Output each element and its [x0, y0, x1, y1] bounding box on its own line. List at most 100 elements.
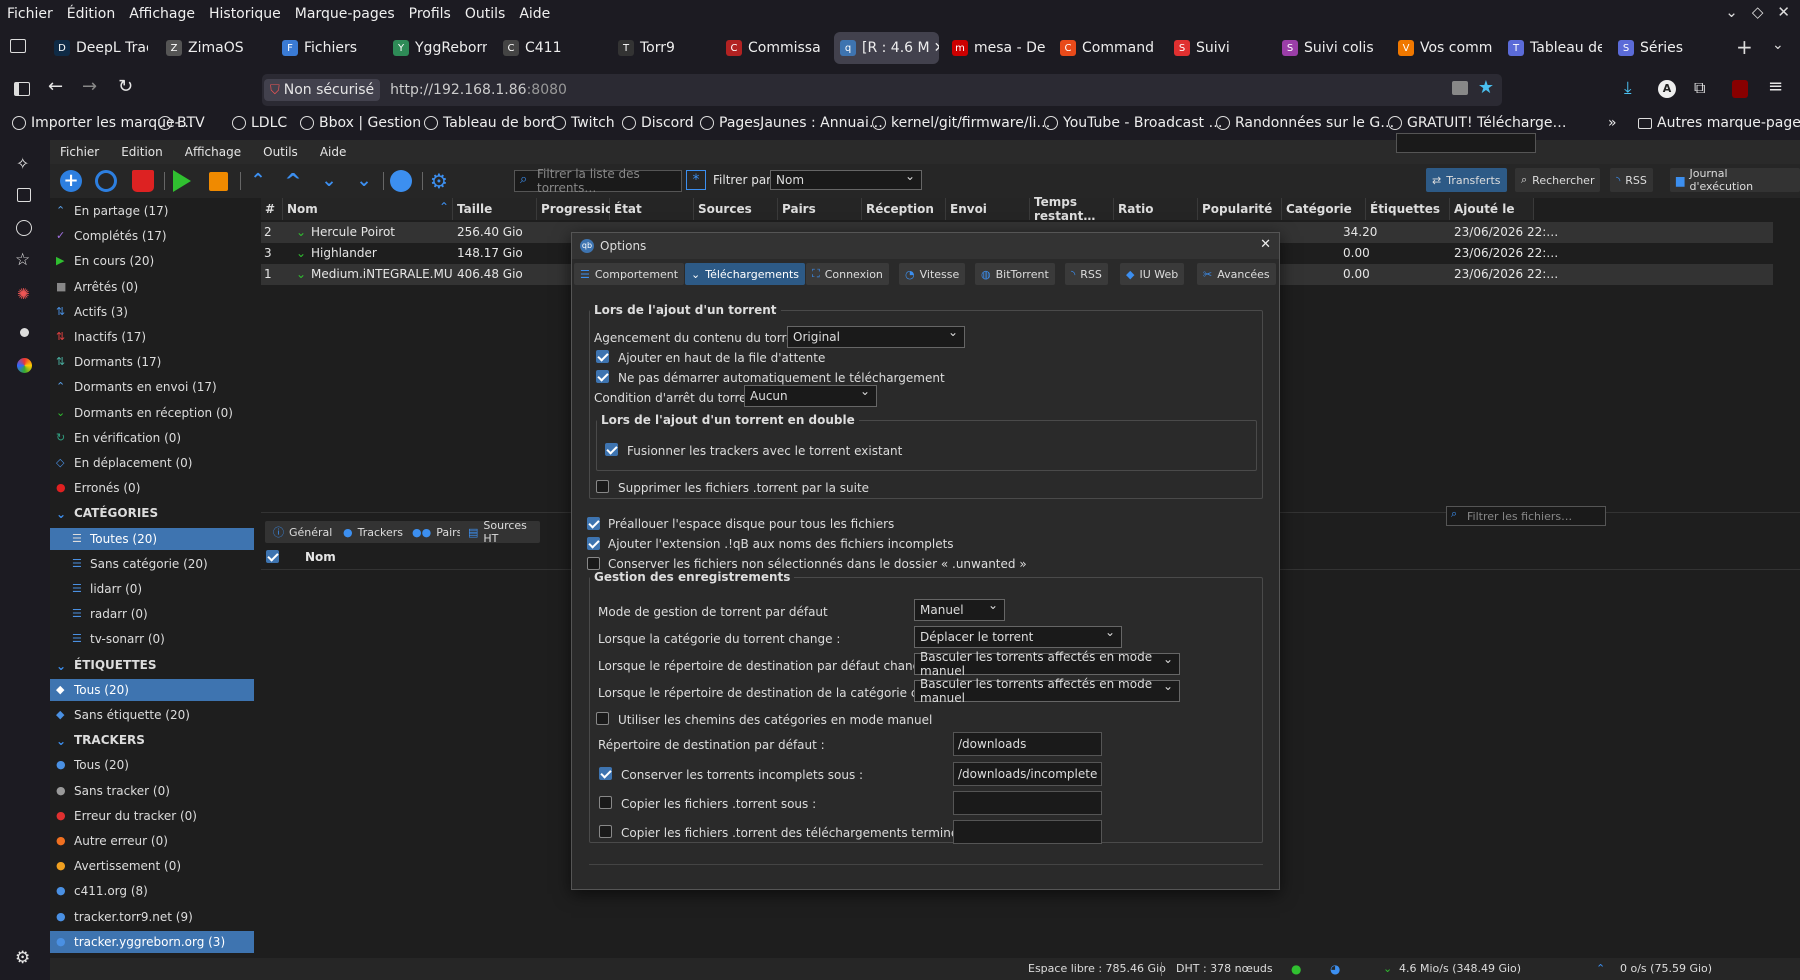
reload-icon[interactable]: ↻ [118, 76, 133, 97]
menu-edition[interactable]: Édition [67, 6, 115, 22]
keep-incomplete-input[interactable]: /downloads/incomplete [953, 762, 1102, 786]
dtab-telechargements[interactable]: ⌄ Téléchargements [685, 263, 805, 285]
app-menu-affichage[interactable]: Affichage [185, 145, 241, 159]
settings-gear-icon[interactable]: ⚙ [15, 948, 30, 968]
url-bar[interactable]: ⛉ Non sécurisé http://192.168.1.86:8080 … [262, 74, 1502, 106]
sidebar-filter-item[interactable]: ⌃ Dormants en envoi (17) [50, 376, 254, 398]
column-header[interactable]: État [610, 198, 694, 220]
keep-incomplete-checkbox[interactable] [599, 767, 612, 780]
regex-icon[interactable]: * [686, 170, 706, 190]
alt-speed-icon[interactable]: ◕ [1330, 962, 1340, 976]
menu-fichier[interactable]: Fichier [7, 6, 53, 22]
restore-icon[interactable]: ◇ [1752, 3, 1764, 21]
column-header[interactable]: Catégorie [1282, 198, 1366, 220]
close-icon[interactable]: ✕ [1260, 237, 1271, 252]
dtab-vitesse[interactable]: ◔ Vitesse [899, 263, 966, 285]
bookmark-item[interactable]: BTV [158, 115, 205, 131]
sidebar-filter-item[interactable]: ◆ Sans étiquette (20) [50, 704, 254, 726]
minimize-icon[interactable]: ⌄ [1725, 3, 1738, 21]
new-tab-icon[interactable]: + [1736, 35, 1753, 59]
downloads-icon[interactable]: ⤓ [1624, 78, 1632, 98]
browser-tab[interactable]: C Commissai [720, 32, 820, 64]
column-header[interactable]: # [261, 198, 283, 220]
menu-historique[interactable]: Historique [209, 6, 281, 22]
bookmark-star-icon[interactable]: ★ [1478, 77, 1494, 98]
column-header[interactable]: Sources [694, 198, 778, 220]
files-filter-box[interactable]: ⌕ Filtrer les fichiers… [1446, 506, 1606, 526]
dtab-bittorrent[interactable]: ◍ BitTorrent [975, 263, 1055, 285]
browser-tab[interactable]: C Commande [1054, 32, 1154, 64]
column-header[interactable]: Nom [283, 198, 453, 220]
sidebar-filter-item[interactable]: ◆ Tous (20) [50, 678, 254, 701]
prealloc-checkbox[interactable] [587, 517, 600, 530]
history-icon[interactable] [16, 220, 32, 236]
browser-tab[interactable]: D DeepL Trad [48, 32, 148, 64]
column-header[interactable]: Temps restant… [1030, 195, 1114, 223]
browser-tab[interactable]: S Suivi colis [1276, 32, 1376, 64]
queue-bottom-icon[interactable]: ⌄ [353, 170, 375, 192]
sidebar-filter-item[interactable]: ⇅ Inactifs (17) [50, 326, 254, 348]
mode-select[interactable]: Manuel [914, 598, 1005, 621]
bookmarks-icon[interactable]: ☆ [15, 250, 30, 270]
delete-icon[interactable] [132, 170, 154, 192]
options-gear-icon[interactable]: ⚙ [428, 170, 450, 192]
browser-tab[interactable]: q [R : 4.6 M✕ [834, 32, 939, 64]
sort-ascending-icon[interactable]: ⌃ [439, 200, 449, 214]
browser-tab[interactable]: F Fichiers [276, 32, 376, 64]
bookmark-item[interactable]: GRATUIT! Télécharge… [1388, 115, 1567, 131]
close-tab-icon[interactable]: ✕ [934, 40, 939, 56]
speed-limits-icon[interactable] [390, 170, 412, 192]
tab-sources-http[interactable]: ▤ Sources HT [460, 521, 540, 543]
dtab-comportement[interactable]: ☰ Comportement [574, 263, 685, 285]
cat-dir-change-select[interactable]: Basculer les torrents affectés en mode m… [914, 677, 1180, 705]
queue-up-icon[interactable]: ^ [282, 170, 304, 192]
sidebar-filter-item[interactable]: ⌄ TRACKERS [50, 729, 254, 751]
append-ext-checkbox[interactable] [587, 537, 600, 550]
bookmark-item[interactable]: Twitch [552, 115, 615, 131]
torrent-filter-input[interactable]: ⌕ Filtrer la liste des torrents… [514, 167, 682, 195]
sidebar-filter-item[interactable]: ⌄ Dormants en réception (0) [50, 402, 254, 424]
sidebar-filter-item[interactable]: ⌄ CATÉGORIES [50, 502, 254, 524]
sidebar-filter-item[interactable]: ⇅ Actifs (3) [50, 301, 254, 323]
tab-trackers[interactable]: ● Trackers [335, 521, 412, 543]
tab-general[interactable]: ⓘ Général [265, 521, 341, 543]
app-menu-fichier[interactable]: Fichier [60, 145, 99, 159]
ai-chatbot-icon[interactable]: ✧ [16, 154, 29, 173]
sidebar-filter-item[interactable]: ● Autre erreur (0) [50, 830, 254, 852]
sidebar-filter-item[interactable]: ☰ radarr (0) [50, 603, 254, 625]
sidebar-filter-item[interactable]: ■ Arrêtés (0) [50, 276, 254, 298]
column-header[interactable]: Ratio [1114, 198, 1198, 220]
filter-by-select[interactable]: Nom [770, 169, 922, 190]
connection-ok-icon[interactable]: ● [1291, 962, 1301, 976]
sidebar-filter-item[interactable]: ● Avertissement (0) [50, 855, 254, 877]
menu-aide[interactable]: Aide [519, 6, 550, 22]
files-filter-input[interactable] [1396, 133, 1536, 153]
sidebar-filter-item[interactable]: ▶ En cours (20) [50, 250, 254, 272]
sidebar-filter-item[interactable]: ● tracker.torr9.net (9) [50, 906, 254, 928]
menu-outils[interactable]: Outils [465, 6, 505, 22]
extensions-icon[interactable]: ⧉ [1694, 78, 1705, 98]
copy-finished-input[interactable] [953, 820, 1102, 844]
browser-tab[interactable]: S Suivi [1168, 32, 1268, 64]
tab-transferts[interactable]: ⇄ Transferts [1426, 168, 1507, 192]
browser-tab[interactable]: Z ZimaOS [160, 32, 260, 64]
cat-change-select[interactable]: Déplacer le torrent [914, 625, 1122, 648]
ublock-icon[interactable] [1732, 80, 1748, 98]
tab-journal[interactable]: ▆ Journal d'exécution [1670, 167, 1800, 193]
def-dir-input[interactable]: /downloads [953, 732, 1102, 756]
chat-icon[interactable] [20, 328, 29, 337]
account-icon[interactable]: A [1658, 80, 1676, 98]
queue-down-icon[interactable]: ⌄ [318, 170, 340, 192]
layout-select[interactable]: Original [787, 325, 965, 348]
sidebar-filter-item[interactable]: ⇅ Dormants (17) [50, 351, 254, 373]
extension-sun-icon[interactable]: ✺ [17, 285, 30, 303]
copy-torrent-input[interactable] [953, 791, 1102, 815]
app-menu-edition[interactable]: Edition [121, 145, 163, 159]
bookmark-item[interactable]: YouTube - Broadcast … [1044, 115, 1222, 131]
browser-tab[interactable]: T Torr9 [612, 32, 712, 64]
more-bookmarks-icon[interactable]: » [1608, 115, 1617, 131]
bookmark-item[interactable]: Tableau de bord [424, 115, 555, 131]
column-header[interactable]: Taille [453, 198, 537, 220]
bookmark-item[interactable]: kernel/git/firmware/li… [872, 115, 1050, 131]
column-header[interactable]: Envoi [946, 198, 1030, 220]
